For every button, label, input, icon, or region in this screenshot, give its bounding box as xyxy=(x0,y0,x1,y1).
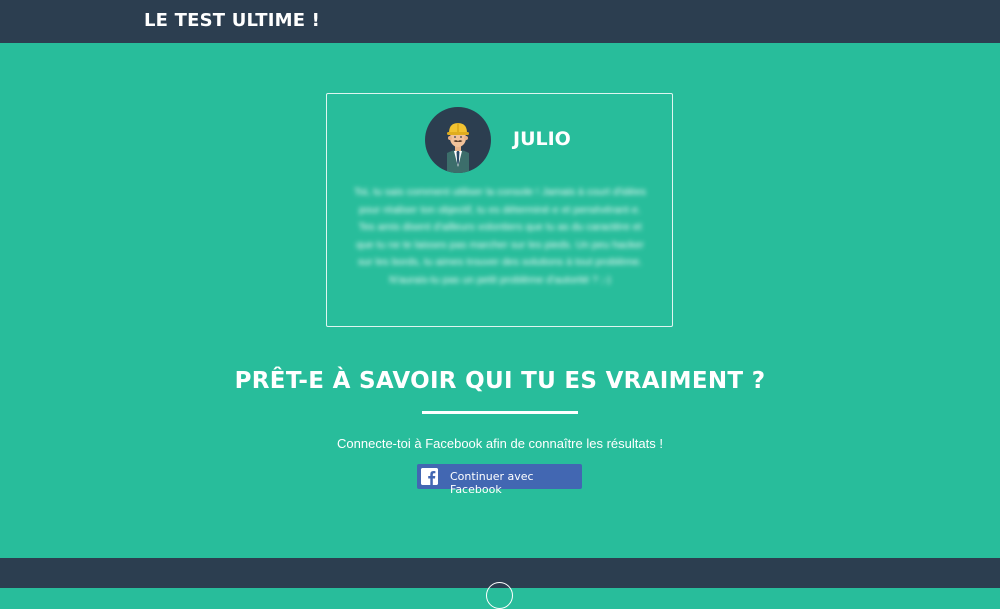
result-name: JULIO xyxy=(513,128,571,150)
facebook-login-button[interactable]: Continuer avec Facebook xyxy=(417,464,582,496)
result-card: JULIO Toi, tu sais comment utiliser la c… xyxy=(326,93,673,327)
top-navbar: LE TEST ULTIME ! xyxy=(0,0,1000,43)
facebook-button-label: Continuer avec Facebook xyxy=(450,470,534,496)
character-avatar-icon xyxy=(425,107,491,173)
result-description: Toi, tu sais comment utiliser la console… xyxy=(353,186,647,286)
footer xyxy=(0,558,1000,609)
site-title[interactable]: LE TEST ULTIME ! xyxy=(144,10,320,31)
cta-headline: PRÊT-E À SAVOIR QUI TU ES VRAIMENT ? xyxy=(234,368,766,394)
footer-logo-icon[interactable] xyxy=(486,582,513,609)
cta-subtext: Connecte-toi à Facebook afin de connaîtr… xyxy=(337,436,663,451)
facebook-icon xyxy=(421,468,438,485)
headline-underline xyxy=(422,411,578,414)
